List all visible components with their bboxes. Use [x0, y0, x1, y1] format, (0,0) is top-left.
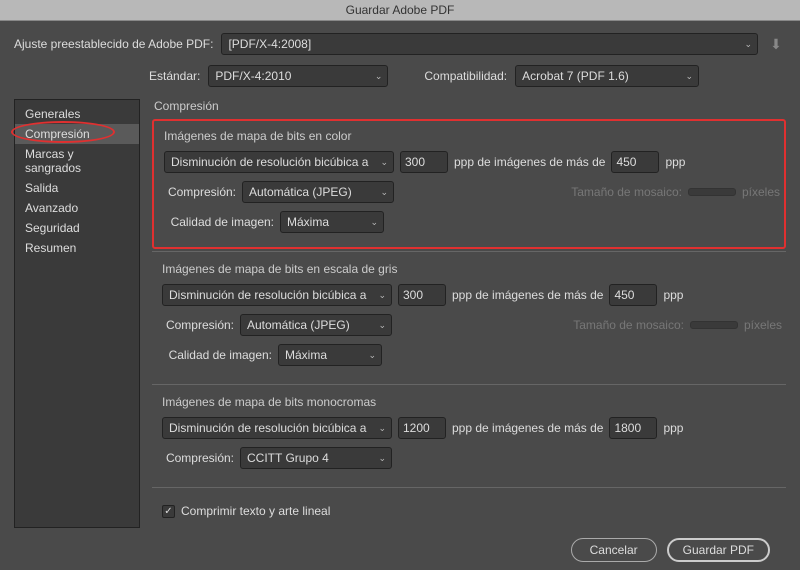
- chevron-down-icon: ⌄: [375, 71, 383, 82]
- sidebar-item-label: Compresión: [25, 127, 90, 141]
- mono-threshold-input[interactable]: 1800: [609, 417, 657, 439]
- color-dpi-input[interactable]: 300: [400, 151, 448, 173]
- quality-label: Calidad de imagen:: [164, 215, 274, 229]
- select-value: Disminución de resolución bicúbica a: [169, 421, 366, 435]
- group-color-title: Imágenes de mapa de bits en color: [164, 129, 780, 143]
- chevron-down-icon: ⌄: [380, 157, 388, 168]
- sidebar-item-salida[interactable]: Salida: [15, 178, 139, 198]
- ppp-label: ppp de imágenes de más de: [452, 288, 603, 302]
- select-value: Automática (JPEG): [247, 318, 350, 332]
- color-threshold-input[interactable]: 450: [611, 151, 659, 173]
- select-value: Máxima: [285, 348, 327, 362]
- preset-label: Ajuste preestablecido de Adobe PDF:: [14, 37, 213, 51]
- select-value: CCITT Grupo 4: [247, 451, 329, 465]
- gray-compression-select[interactable]: Automática (JPEG) ⌄: [240, 314, 392, 336]
- sidebar-item-seguridad[interactable]: Seguridad: [15, 218, 139, 238]
- chevron-down-icon: ⌄: [686, 71, 694, 82]
- chevron-down-icon: ⌄: [378, 423, 386, 434]
- standard-label: Estándar:: [149, 69, 200, 83]
- gray-threshold-input[interactable]: 450: [609, 284, 657, 306]
- panel-title: Compresión: [154, 99, 786, 113]
- quality-label: Calidad de imagen:: [162, 348, 272, 362]
- group-color: Imágenes de mapa de bits en color Dismin…: [152, 119, 786, 249]
- sidebar-item-resumen[interactable]: Resumen: [15, 238, 139, 258]
- color-tile-input: [688, 188, 736, 196]
- preset-select[interactable]: [PDF/X-4:2008] ⌄: [221, 33, 758, 55]
- standard-value: PDF/X-4:2010: [215, 69, 291, 83]
- mono-downsample-select[interactable]: Disminución de resolución bicúbica a ⌄: [162, 417, 392, 439]
- mono-compression-select[interactable]: CCITT Grupo 4 ⌄: [240, 447, 392, 469]
- select-value: Disminución de resolución bicúbica a: [171, 155, 368, 169]
- mono-dpi-input[interactable]: 1200: [398, 417, 446, 439]
- window-title: Guardar Adobe PDF: [0, 0, 800, 21]
- gray-downsample-select[interactable]: Disminución de resolución bicúbica a ⌄: [162, 284, 392, 306]
- sidebar: Generales Compresión Marcas y sangrados …: [14, 99, 140, 528]
- save-pdf-button[interactable]: Guardar PDF: [667, 538, 770, 562]
- select-value: Automática (JPEG): [249, 185, 352, 199]
- chevron-down-icon: ⌄: [378, 290, 386, 301]
- compat-select[interactable]: Acrobat 7 (PDF 1.6) ⌄: [515, 65, 699, 87]
- color-downsample-select[interactable]: Disminución de resolución bicúbica a ⌄: [164, 151, 394, 173]
- color-compression-select[interactable]: Automática (JPEG) ⌄: [242, 181, 394, 203]
- preset-value: [PDF/X-4:2008]: [228, 37, 311, 51]
- gray-tile-input: [690, 321, 738, 329]
- ppp-label: ppp de imágenes de más de: [452, 421, 603, 435]
- sidebar-item-marcas[interactable]: Marcas y sangrados: [15, 144, 139, 178]
- chevron-down-icon: ⌄: [378, 453, 386, 464]
- group-gray: Imágenes de mapa de bits en escala de gr…: [152, 251, 786, 382]
- chevron-down-icon: ⌄: [378, 320, 386, 331]
- tile-unit: píxeles: [742, 185, 780, 199]
- ppp-unit: ppp: [665, 155, 685, 169]
- chevron-down-icon: ⌄: [744, 39, 752, 50]
- group-text: ✓ Comprimir texto y arte lineal: [152, 487, 786, 526]
- ppp-label: ppp de imágenes de más de: [454, 155, 605, 169]
- compat-value: Acrobat 7 (PDF 1.6): [522, 69, 629, 83]
- group-gray-title: Imágenes de mapa de bits en escala de gr…: [162, 262, 782, 276]
- chevron-down-icon: ⌄: [368, 350, 376, 361]
- sidebar-item-avanzado[interactable]: Avanzado: [15, 198, 139, 218]
- chevron-down-icon: ⌄: [380, 187, 388, 198]
- tile-label: Tamaño de mosaico:: [571, 185, 682, 199]
- gray-dpi-input[interactable]: 300: [398, 284, 446, 306]
- standard-select[interactable]: PDF/X-4:2010 ⌄: [208, 65, 388, 87]
- save-preset-icon[interactable]: ⬇: [766, 36, 786, 53]
- compress-text-label: Comprimir texto y arte lineal: [181, 504, 330, 518]
- tile-label: Tamaño de mosaico:: [573, 318, 684, 332]
- cancel-button[interactable]: Cancelar: [571, 538, 657, 562]
- color-quality-select[interactable]: Máxima ⌄: [280, 211, 384, 233]
- ppp-unit: ppp: [663, 421, 683, 435]
- compression-label: Compresión:: [162, 318, 234, 332]
- compression-label: Compresión:: [162, 451, 234, 465]
- compression-label: Compresión:: [164, 185, 236, 199]
- tile-unit: píxeles: [744, 318, 782, 332]
- select-value: Disminución de resolución bicúbica a: [169, 288, 366, 302]
- group-mono-title: Imágenes de mapa de bits monocromas: [162, 395, 782, 409]
- gray-quality-select[interactable]: Máxima ⌄: [278, 344, 382, 366]
- sidebar-item-generales[interactable]: Generales: [15, 104, 139, 124]
- ppp-unit: ppp: [663, 288, 683, 302]
- chevron-down-icon: ⌄: [370, 217, 378, 228]
- compat-label: Compatibilidad:: [424, 69, 507, 83]
- compress-text-checkbox[interactable]: ✓: [162, 505, 175, 518]
- select-value: Máxima: [287, 215, 329, 229]
- sidebar-item-compresion[interactable]: Compresión: [15, 124, 139, 144]
- group-mono: Imágenes de mapa de bits monocromas Dism…: [152, 384, 786, 485]
